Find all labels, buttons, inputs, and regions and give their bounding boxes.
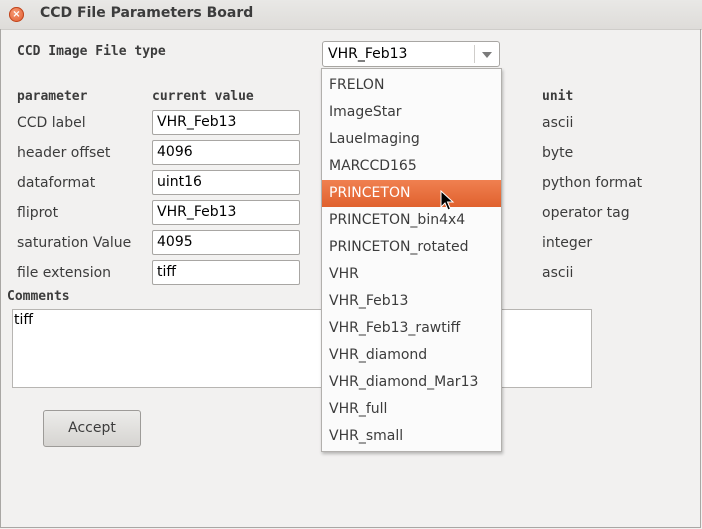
param-field-header-offset[interactable]: 4096 xyxy=(152,140,300,165)
param-unit: ascii xyxy=(542,115,574,131)
column-header-parameter: parameter xyxy=(17,89,88,104)
param-label-ccd-label: CCD label xyxy=(17,115,86,131)
param-label-header-offset: header offset xyxy=(17,145,111,161)
dropdown-option[interactable]: MARCCD165 xyxy=(322,153,501,180)
param-field-dataformat[interactable]: uint16 xyxy=(152,170,300,195)
file-type-combobox[interactable]: VHR_Feb13 xyxy=(322,41,500,67)
comments-text: tiff xyxy=(14,312,34,328)
dropdown-option[interactable]: VHR xyxy=(322,261,501,288)
window-title: CCD File Parameters Board xyxy=(40,5,254,21)
dropdown-option[interactable]: LaueImaging xyxy=(322,126,501,153)
title-bar: × CCD File Parameters Board xyxy=(0,0,702,30)
accept-button[interactable]: Accept xyxy=(43,410,141,447)
param-value: 4096 xyxy=(157,144,193,160)
param-value: uint16 xyxy=(157,174,202,190)
dropdown-option[interactable]: VHR_diamond_Mar13 xyxy=(322,369,501,396)
dropdown-option-highlighted[interactable]: PRINCETON xyxy=(322,180,501,207)
dropdown-option[interactable]: VHR_full xyxy=(322,396,501,423)
param-value: VHR_Feb13 xyxy=(157,204,237,220)
chevron-down-icon[interactable] xyxy=(482,52,492,58)
file-type-dropdown-list: FRELON ImageStar LaueImaging MARCCD165 P… xyxy=(321,68,502,452)
param-unit: integer xyxy=(542,235,593,251)
param-field-saturation-value[interactable]: 4095 xyxy=(152,230,300,255)
comments-label: Comments xyxy=(7,289,70,304)
param-unit: python format xyxy=(542,175,643,191)
param-field-ccd-label[interactable]: VHR_Feb13 xyxy=(152,110,300,135)
param-value: VHR_Feb13 xyxy=(157,114,237,130)
column-header-current-value: current value xyxy=(152,89,254,104)
param-label-dataformat: dataformat xyxy=(17,175,96,191)
param-field-file-extension[interactable]: tiff xyxy=(152,260,300,285)
param-label-fliprot: fliprot xyxy=(17,205,59,221)
mouse-pointer-icon xyxy=(440,190,455,211)
file-type-selected: VHR_Feb13 xyxy=(328,46,408,62)
dropdown-option[interactable]: VHR_Feb13 xyxy=(322,288,501,315)
param-unit: ascii xyxy=(542,265,574,281)
param-value: 4095 xyxy=(157,234,193,250)
param-unit: operator tag xyxy=(542,205,630,221)
dropdown-option[interactable]: PRINCETON_bin4x4 xyxy=(322,207,501,234)
param-label-file-extension: file extension xyxy=(17,265,112,281)
combo-separator xyxy=(474,45,475,63)
param-field-fliprot[interactable]: VHR_Feb13 xyxy=(152,200,300,225)
dropdown-option[interactable]: VHR_small xyxy=(322,423,501,450)
param-value: tiff xyxy=(157,264,177,280)
dropdown-option[interactable]: ImageStar xyxy=(322,99,501,126)
close-icon[interactable]: × xyxy=(9,7,24,22)
column-header-unit: unit xyxy=(542,89,574,104)
dropdown-option[interactable]: FRELON xyxy=(322,72,501,99)
param-unit: byte xyxy=(542,145,574,161)
param-label-saturation-value: saturation Value xyxy=(17,235,132,251)
file-type-label: CCD Image File type xyxy=(17,44,166,59)
dropdown-option[interactable]: PRINCETON_rotated xyxy=(322,234,501,261)
comments-textarea[interactable]: tiff xyxy=(12,309,592,388)
dropdown-option[interactable]: VHR_diamond xyxy=(322,342,501,369)
dropdown-option[interactable]: VHR_Feb13_rawtiff xyxy=(322,315,501,342)
